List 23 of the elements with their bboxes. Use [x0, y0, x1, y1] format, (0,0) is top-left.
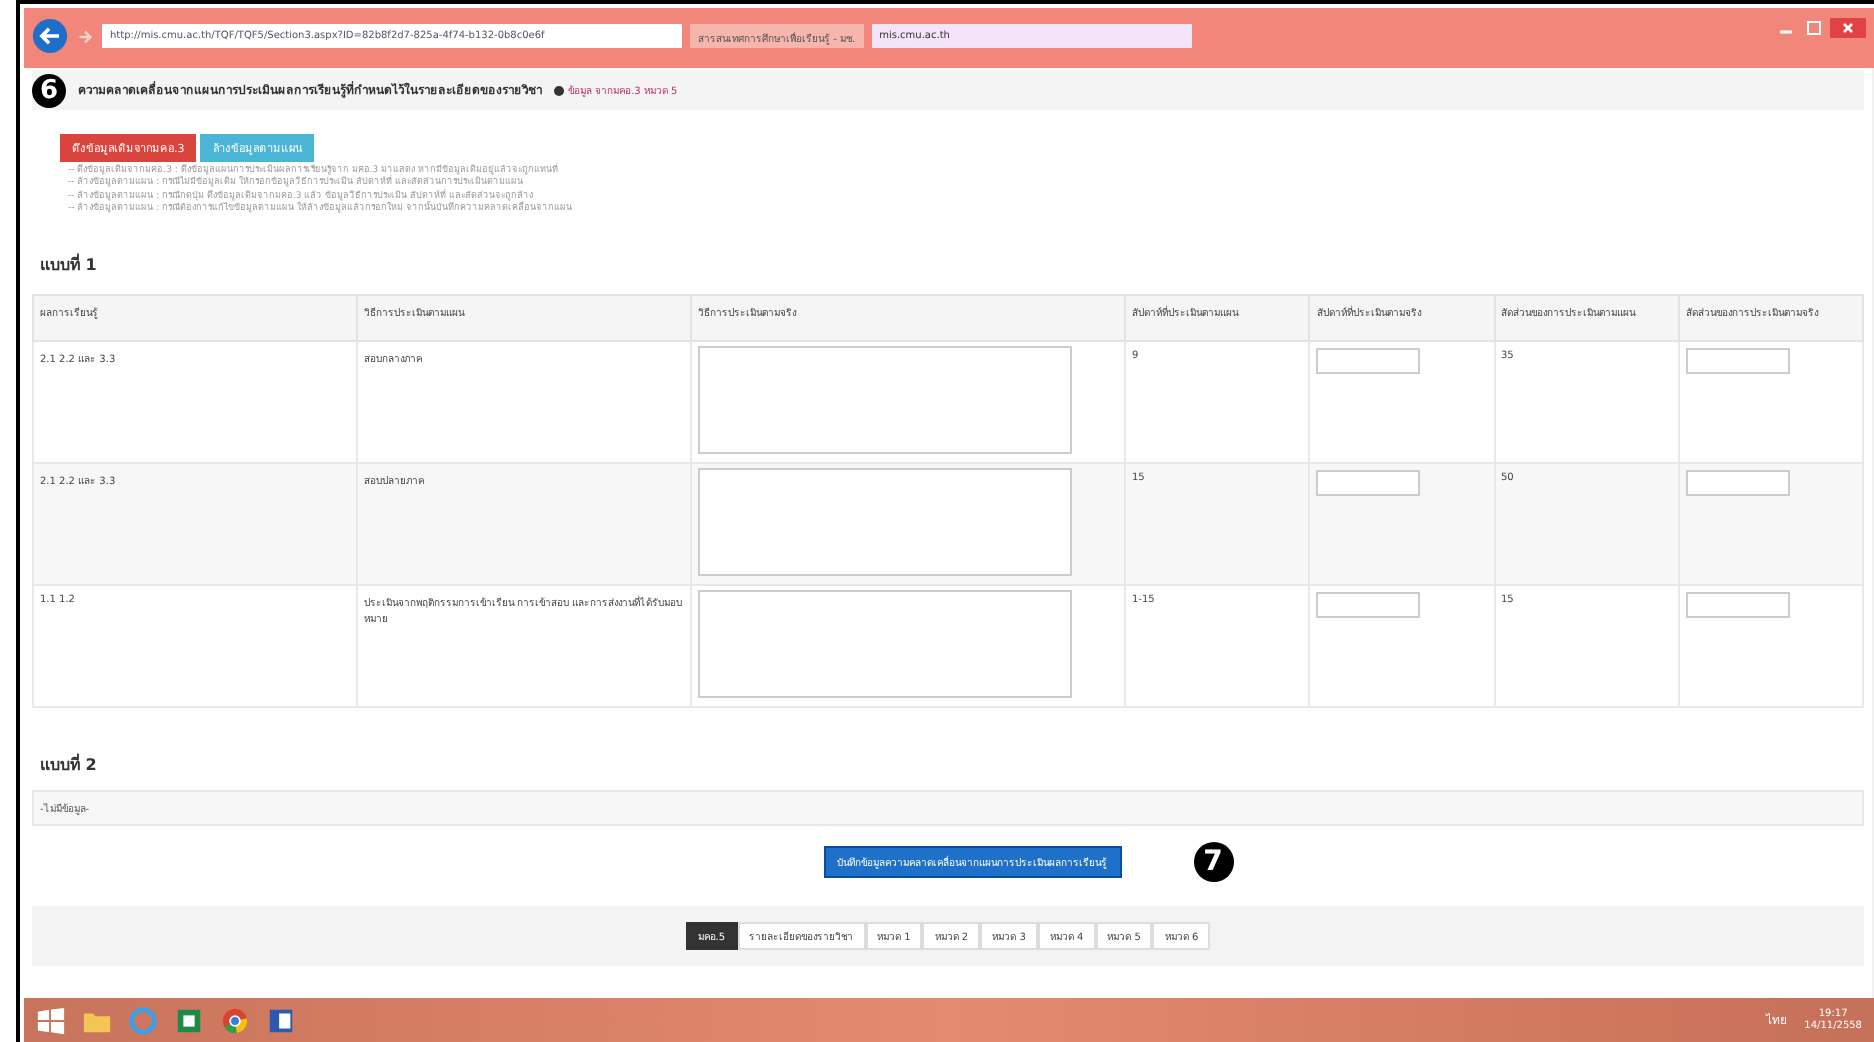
document-icon[interactable]	[266, 1005, 296, 1035]
maximize-icon[interactable]	[1802, 18, 1826, 38]
input-field[interactable]	[1316, 348, 1421, 375]
input-field[interactable]	[1685, 592, 1790, 619]
browser-icon[interactable]	[128, 1005, 158, 1035]
windows-logo-icon[interactable]	[36, 1005, 66, 1035]
info-icon	[554, 85, 564, 95]
answer-box[interactable]	[698, 590, 1072, 699]
form-title: แบบที่ 2	[40, 752, 99, 779]
annotation-marker: 6	[32, 73, 66, 107]
chrome-icon[interactable]	[220, 1005, 250, 1035]
input-field[interactable]	[1316, 592, 1421, 619]
annotation-marker: 7	[1193, 842, 1233, 883]
answer-box[interactable]	[698, 346, 1072, 455]
close-icon[interactable]	[1830, 18, 1866, 38]
form-title: แบบที่ 1	[40, 252, 99, 279]
spreadsheet-icon[interactable]	[174, 1005, 204, 1035]
input-field[interactable]	[1685, 348, 1790, 375]
input-field[interactable]	[1685, 470, 1790, 497]
input-field[interactable]	[1316, 470, 1421, 497]
answer-box[interactable]	[698, 468, 1072, 577]
forward-icon[interactable]	[76, 28, 94, 46]
back-icon[interactable]	[32, 18, 68, 54]
